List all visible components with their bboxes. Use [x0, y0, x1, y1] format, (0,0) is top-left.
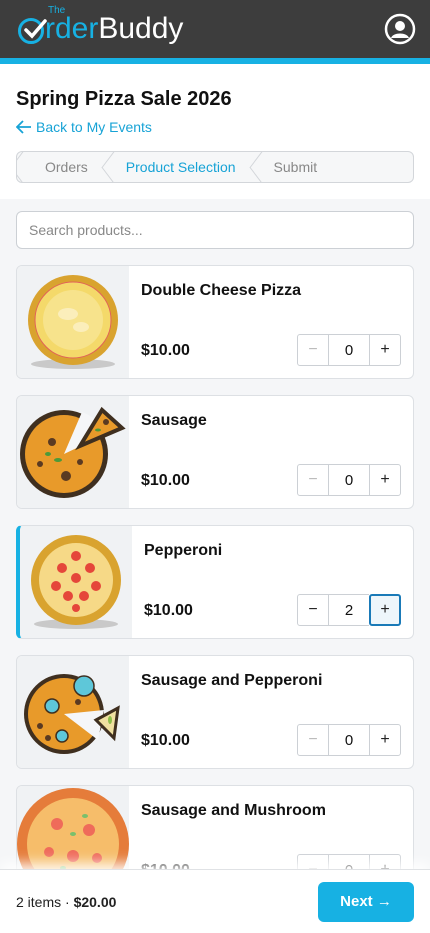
product-name: Double Cheese Pizza [141, 282, 302, 299]
user-circle-icon[interactable] [384, 13, 416, 45]
product-name: Sausage and Pepperoni [141, 672, 323, 689]
order-footer: 2 items · $20.00 Next → [0, 869, 430, 933]
logo-the: The [48, 5, 66, 16]
increment-button[interactable]: + [369, 334, 401, 366]
decrement-button[interactable]: − [297, 464, 329, 496]
product-list: Double Cheese Pizza $10.00 − 0 + S [0, 199, 430, 899]
increment-button[interactable]: + [369, 464, 401, 496]
pizza-image [17, 656, 129, 768]
quantity-value[interactable]: 0 [329, 334, 369, 366]
step-label: Orders [45, 159, 88, 175]
summary-separator: · [61, 893, 74, 910]
product-name: Sausage [141, 412, 207, 429]
top-bar: The rder Buddy [0, 0, 430, 64]
app-logo[interactable]: The rder Buddy [18, 6, 184, 45]
increment-button[interactable]: + [369, 724, 401, 756]
logo-rder: rder [45, 12, 99, 45]
product-price: $10.00 [144, 602, 193, 619]
step-submit[interactable]: Submit [246, 152, 328, 182]
decrement-button[interactable]: − [297, 724, 329, 756]
pizza-image [17, 266, 129, 378]
back-label: Back to My Events [36, 119, 152, 135]
product-card: Double Cheese Pizza $10.00 − 0 + [16, 265, 414, 379]
cart-total: $20.00 [73, 893, 117, 910]
quantity-stepper: − 0 + [297, 334, 401, 366]
decrement-button[interactable]: − [297, 594, 329, 626]
step-breadcrumb: Orders Product Selection Submit [16, 151, 414, 183]
step-label: Product Selection [125, 159, 236, 175]
cart-summary: 2 items · $20.00 [16, 894, 116, 910]
product-price: $10.00 [141, 472, 190, 489]
quantity-value[interactable]: 2 [329, 594, 369, 626]
quantity-stepper: − 0 + [297, 724, 401, 756]
product-name: Sausage and Mushroom [141, 802, 326, 819]
decrement-button[interactable]: − [297, 334, 329, 366]
quantity-stepper: − 0 + [297, 464, 401, 496]
step-product-selection[interactable]: Product Selection [98, 152, 246, 182]
product-card: Sausage and Pepperoni $10.00 − 0 + [16, 655, 414, 769]
increment-button[interactable]: + [369, 594, 401, 626]
page-header: Spring Pizza Sale 2026 Back to My Events… [0, 64, 430, 199]
pizza-image [20, 526, 132, 638]
quantity-value[interactable]: 0 [329, 464, 369, 496]
product-price: $10.00 [141, 342, 190, 359]
next-button[interactable]: Next → [318, 881, 414, 922]
quantity-value[interactable]: 0 [329, 724, 369, 756]
search-input[interactable] [16, 211, 414, 249]
pizza-image [17, 396, 129, 508]
item-count: 2 items [16, 893, 62, 910]
product-name: Pepperoni [144, 542, 223, 559]
product-price: $10.00 [141, 732, 190, 749]
logo-buddy: Buddy [98, 12, 184, 45]
back-link[interactable]: Back to My Events [16, 119, 414, 135]
arrow-left-icon [16, 120, 31, 134]
step-orders[interactable]: Orders [17, 152, 98, 182]
check-icon [18, 18, 47, 44]
product-card-selected: Pepperoni $10.00 − 2 + [16, 525, 414, 639]
quantity-stepper: − 2 + [297, 594, 401, 626]
page-title: Spring Pizza Sale 2026 [16, 88, 232, 110]
step-label: Submit [273, 159, 318, 175]
product-card: Sausage $10.00 − 0 + [16, 395, 414, 509]
